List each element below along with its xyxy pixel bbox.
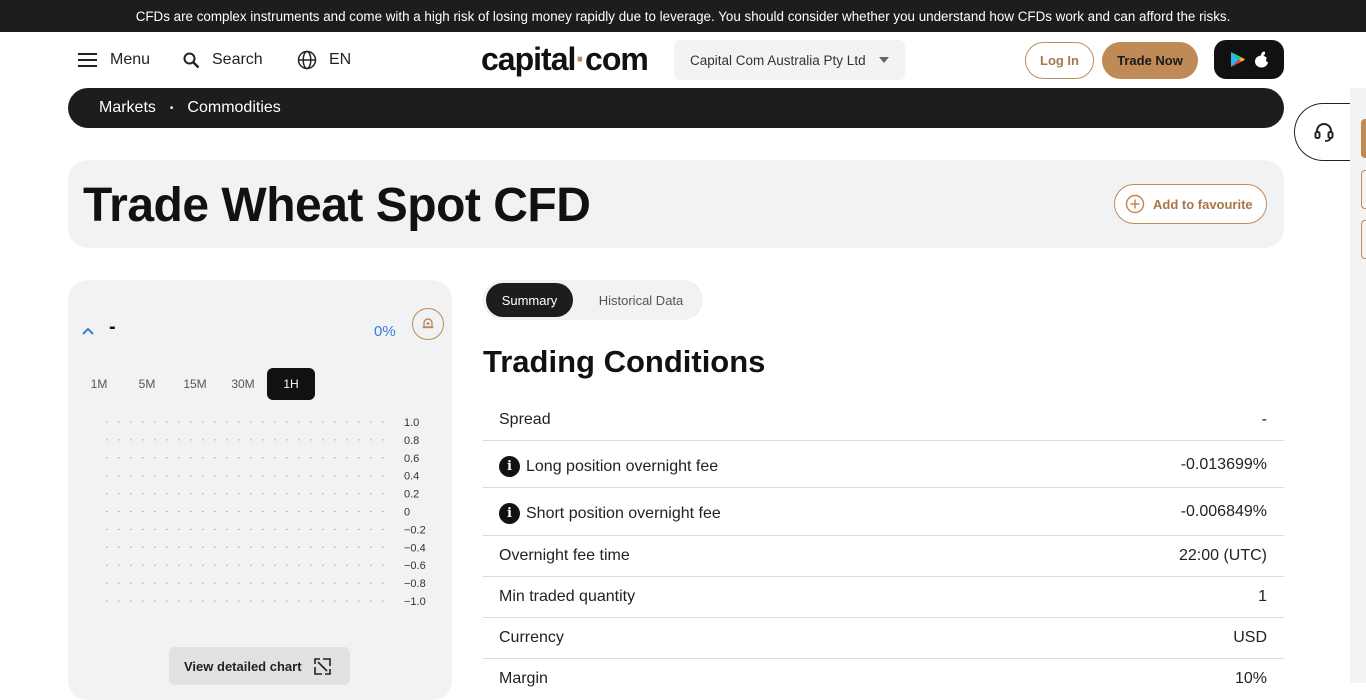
add-to-favourite-button[interactable]: Add to favourite xyxy=(1114,184,1267,224)
info-icon[interactable]: i xyxy=(499,456,520,477)
timeframe-15m[interactable]: 15M xyxy=(171,368,219,400)
side-tab-1[interactable] xyxy=(1361,119,1366,158)
login-button[interactable]: Log In xyxy=(1025,42,1094,79)
risk-warning-bar: CFDs are complex instruments and come wi… xyxy=(0,0,1366,32)
page-title: Trade Wheat Spot CFD xyxy=(83,179,591,232)
hamburger-icon xyxy=(78,53,97,67)
y-tick-label: −0.8 xyxy=(404,578,426,590)
headset-icon xyxy=(1314,123,1334,142)
search-button[interactable]: Search xyxy=(183,32,263,88)
side-tab-3[interactable] xyxy=(1361,220,1366,259)
y-tick-label: 0.4 xyxy=(404,471,419,483)
y-tick-label: 0.8 xyxy=(404,435,419,447)
condition-label: Currency xyxy=(499,629,564,646)
condition-value: 1 xyxy=(1258,588,1267,605)
view-detailed-chart-label: View detailed chart xyxy=(184,658,302,674)
tab-summary[interactable]: Summary xyxy=(486,283,573,317)
risk-warning-text: CFDs are complex instruments and come wi… xyxy=(135,8,1231,24)
timeframe-30m[interactable]: 30M xyxy=(219,368,267,400)
capital-com-logo[interactable]: capital·com xyxy=(481,41,649,78)
condition-value: - xyxy=(1261,411,1267,428)
site-header: Menu Search EN capital·com Capital Com A… xyxy=(0,32,1350,88)
table-row: Spread - xyxy=(483,400,1284,441)
table-row: Currency USD xyxy=(483,618,1284,659)
detail-tabs: Summary Historical Data xyxy=(483,280,703,320)
y-tick-label: 0.6 xyxy=(404,453,419,465)
table-row: Margin 10% xyxy=(483,659,1284,700)
condition-label: i Long position overnight fee xyxy=(499,456,718,477)
condition-value: 10% xyxy=(1234,670,1267,687)
timeframe-5m[interactable]: 5M xyxy=(123,368,171,400)
y-tick-label: −0.2 xyxy=(404,524,426,536)
chevron-up-icon xyxy=(82,327,94,335)
breadcrumb-separator: • xyxy=(169,102,174,114)
language-label: EN xyxy=(329,51,352,68)
globe-icon xyxy=(297,50,317,70)
condition-label: i Short position overnight fee xyxy=(499,503,721,524)
y-tick-label: 0.2 xyxy=(404,489,419,501)
trading-conditions-table: Spread - i Long position overnight fee -0.01… xyxy=(483,400,1284,700)
y-tick-label: 1.0 xyxy=(404,417,419,429)
condition-value: USD xyxy=(1233,629,1267,646)
plus-circle-icon xyxy=(1125,194,1145,214)
table-row: i Long position overnight fee -0.013699% xyxy=(483,441,1284,488)
favourite-label: Add to favourite xyxy=(1153,196,1253,212)
price-chart[interactable]: 1.0 0.8 0.6 0.4 0.2 0 −0.2 −0.4 −0.6 −0.8 −1.0 xyxy=(68,410,452,610)
timeframe-1h[interactable]: 1H xyxy=(267,368,315,400)
condition-label: Margin xyxy=(499,670,548,687)
info-icon[interactable]: i xyxy=(499,503,520,524)
menu-label: Menu xyxy=(110,51,151,68)
condition-label: Spread xyxy=(499,411,551,428)
condition-value: 22:00 (UTC) xyxy=(1178,547,1267,564)
price-change-percent: 0% xyxy=(374,323,396,340)
app-stores-button[interactable] xyxy=(1214,40,1284,79)
condition-label: Min traded quantity xyxy=(499,588,636,605)
expand-icon xyxy=(313,657,331,675)
condition-value: -0.013699% xyxy=(1180,456,1267,473)
entity-select-value: Capital Com Australia Pty Ltd xyxy=(690,52,866,68)
y-tick-label: −0.6 xyxy=(404,560,426,572)
search-icon xyxy=(183,52,200,68)
table-row: i Short position overnight fee -0.006849% xyxy=(483,488,1284,536)
search-label: Search xyxy=(212,51,263,68)
menu-button[interactable]: Menu xyxy=(78,32,150,88)
price-chart-panel: - 0% 1M 5M 15M 30M 1H 1.0 0.8 0.6 0.4 0.2 0 −0.2 −0… xyxy=(68,280,452,700)
table-row: Min traded quantity 1 xyxy=(483,577,1284,618)
y-tick-label: −0.4 xyxy=(404,542,426,554)
trade-now-button[interactable]: Trade Now xyxy=(1102,42,1198,79)
google-play-icon xyxy=(1230,52,1245,67)
caret-down-icon xyxy=(879,57,889,63)
y-tick-label: −1.0 xyxy=(404,596,426,608)
title-card: Trade Wheat Spot CFD Add to favourite xyxy=(68,160,1284,248)
side-tab-2[interactable] xyxy=(1361,170,1366,209)
condition-value: -0.006849% xyxy=(1180,503,1267,520)
condition-label: Overnight fee time xyxy=(499,547,630,564)
tab-historical-data[interactable]: Historical Data xyxy=(583,283,699,317)
apple-icon xyxy=(1254,51,1269,68)
entity-select[interactable]: Capital Com Australia Pty Ltd xyxy=(674,40,905,80)
price-alert-button[interactable] xyxy=(412,308,444,340)
breadcrumb-item-commodities[interactable]: Commodities xyxy=(187,99,280,117)
current-price: - xyxy=(109,316,116,338)
y-tick-label: 0 xyxy=(404,507,410,519)
table-row: Overnight fee time 22:00 (UTC) xyxy=(483,536,1284,577)
trading-conditions-title: Trading Conditions xyxy=(483,344,766,379)
bell-icon xyxy=(422,318,434,329)
breadcrumb: Markets • Commodities xyxy=(68,88,1284,128)
breadcrumb-item-markets[interactable]: Markets xyxy=(99,99,156,117)
view-detailed-chart-button[interactable]: View detailed chart xyxy=(169,647,350,685)
language-selector[interactable]: EN xyxy=(297,32,351,88)
timeframe-1m[interactable]: 1M xyxy=(75,368,123,400)
